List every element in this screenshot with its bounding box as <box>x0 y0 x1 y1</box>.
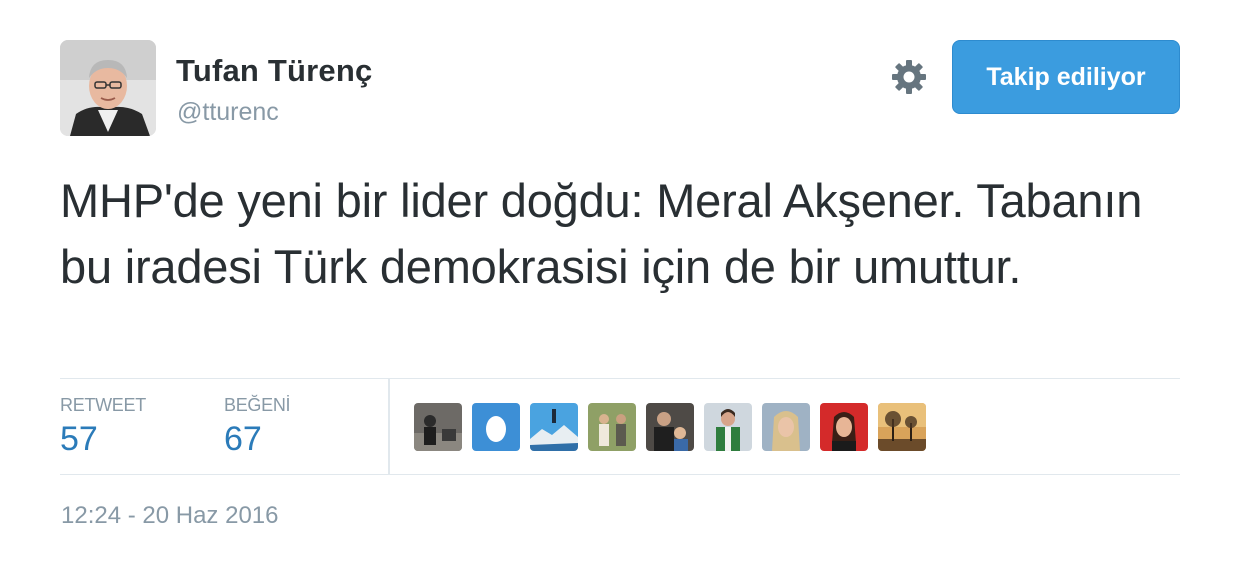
liker-avatar[interactable] <box>762 403 810 451</box>
liker-avatar-9-icon <box>878 403 926 451</box>
tweet-timestamp[interactable]: 12:24 - 20 Haz 2016 <box>61 502 279 530</box>
liker-avatar[interactable] <box>530 403 578 451</box>
like-label: BEĞENİ <box>224 395 291 415</box>
liker-avatar[interactable] <box>414 403 462 451</box>
liker-avatar[interactable] <box>472 403 520 451</box>
like-count: 67 <box>224 420 262 458</box>
default-egg-avatar-icon <box>472 403 520 451</box>
retweet-count: 57 <box>60 420 98 458</box>
liker-avatar-3-icon <box>530 403 578 451</box>
stats-divider <box>388 379 390 474</box>
liker-avatar[interactable] <box>588 403 636 451</box>
following-button[interactable]: Takip ediliyor <box>952 40 1180 114</box>
author-display-name[interactable]: Tufan Türenç <box>176 53 372 89</box>
retweet-label: RETWEET <box>60 395 146 415</box>
liker-avatar-6-icon <box>704 403 752 451</box>
liker-avatar-8-icon <box>820 403 868 451</box>
tweet-stats: RETWEET 57 BEĞENİ 67 <box>60 378 1180 475</box>
author-avatar-photo-icon <box>60 40 156 136</box>
liker-avatar-7-icon <box>762 403 810 451</box>
liker-avatar[interactable] <box>646 403 694 451</box>
tweet-text: MHP'de yeni bir lider doğdu: Meral Akşen… <box>60 174 1143 293</box>
retweet-stat[interactable]: RETWEET 57 <box>60 395 146 459</box>
liker-avatar[interactable] <box>878 403 926 451</box>
author-avatar[interactable] <box>60 40 156 136</box>
gear-icon[interactable] <box>890 58 928 96</box>
liker-avatar[interactable] <box>704 403 752 451</box>
liker-avatar-1-icon <box>414 403 462 451</box>
like-stat[interactable]: BEĞENİ 67 <box>224 395 291 459</box>
liker-avatar-4-icon <box>588 403 636 451</box>
liker-avatar-5-icon <box>646 403 694 451</box>
author-handle[interactable]: @tturenc <box>177 98 279 127</box>
liker-avatar[interactable] <box>820 403 868 451</box>
liker-avatars <box>414 403 926 451</box>
tweet-card: Tufan Türenç @tturenc Takip ediliyor MHP… <box>0 0 1234 564</box>
